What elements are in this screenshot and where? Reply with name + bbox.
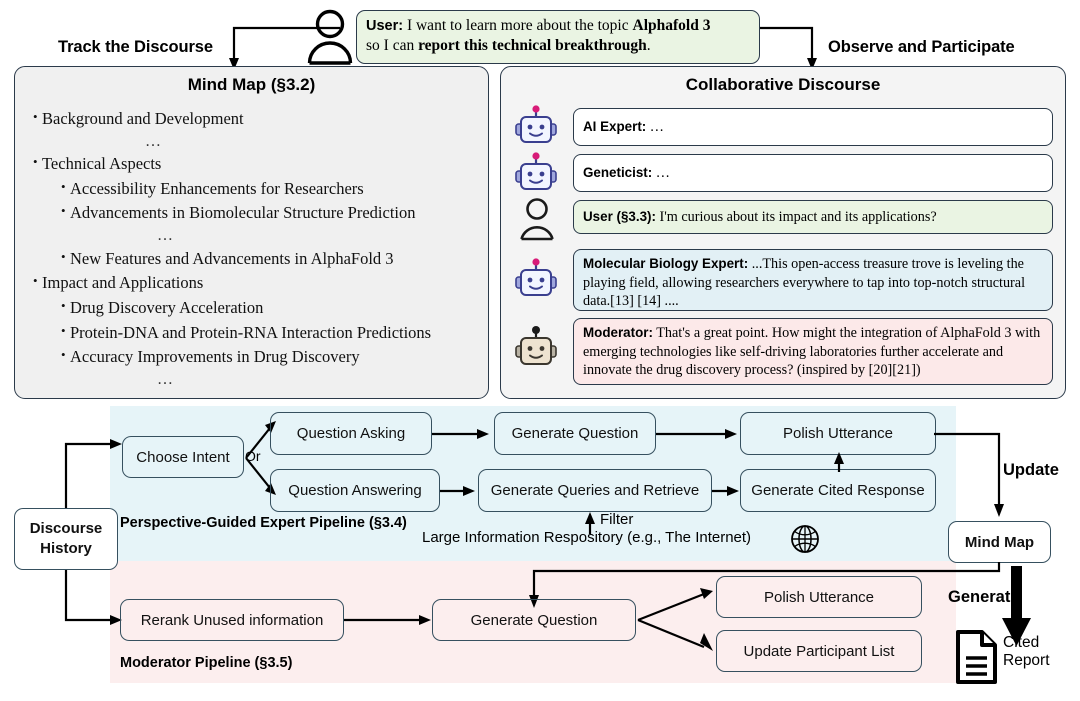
message-speaker: Moderator: <box>583 325 653 340</box>
bullet-icon: • <box>61 297 66 313</box>
message-body: I'm curious about its impact and its app… <box>655 208 937 225</box>
list-item: • Background and Development <box>33 109 478 130</box>
generate-question-moderator-node[interactable]: Generate Question <box>432 599 636 641</box>
user-avatar-icon <box>520 198 554 241</box>
bullet-icon: • <box>61 203 66 219</box>
user-message-line2a: so I can <box>366 37 419 55</box>
message-body: … <box>652 164 670 181</box>
rerank-unused-information-node[interactable]: Rerank Unused information <box>120 599 344 641</box>
discourse-title: Collaborative Discourse <box>685 75 881 94</box>
generate-queries-and-retrieve-node[interactable]: Generate Queries and Retrieve <box>478 469 712 512</box>
list-item: • Advancements in Biomolecular Structure… <box>33 203 478 224</box>
question-answering-node[interactable]: Question Answering <box>270 469 440 512</box>
message-bubble-user: User (§3.3): I'm curious about its impac… <box>573 200 1053 234</box>
user-message-speaker: User: <box>366 18 404 34</box>
arrow-moderator-branch <box>637 588 713 651</box>
bullet-icon: • <box>33 273 38 289</box>
list-item: • Accuracy Improvements in Drug Discover… <box>33 347 478 368</box>
message-bubble-ai-expert: AI Expert: … <box>573 108 1053 146</box>
document-icon <box>956 630 997 684</box>
user-message-line1a: I want to learn more about the topic <box>403 17 633 34</box>
bullet-icon: • <box>61 248 66 264</box>
cited-report-line2: Report <box>1003 651 1050 669</box>
update-participant-list-node[interactable]: Update Participant List <box>716 630 922 672</box>
arrow-question-asking-to-generate-question <box>432 429 489 439</box>
figure-root: Track the Discourse Observe and Particip… <box>0 0 1080 701</box>
bullet-icon: • <box>61 347 66 363</box>
expert-pipeline-title: Perspective-Guided Expert Pipeline (§3.4… <box>120 515 407 531</box>
mind-map-item-text: Accessibility Enhancements for Researche… <box>70 178 364 198</box>
user-message-topic: Alphafold 3 <box>632 17 711 34</box>
cited-report-line1: Cited <box>1003 634 1040 651</box>
mind-map-item-text: Accuracy Improvements in Drug Discovery <box>70 347 360 367</box>
mind-map-title: Mind Map (§3.2) <box>187 75 316 94</box>
list-item: • Accessibility Enhancements for Researc… <box>33 179 478 200</box>
observe-and-participate-label: Observe and Participate <box>828 38 1015 56</box>
moderator-pipeline-title: Moderator Pipeline (§3.5) <box>120 655 293 671</box>
user-message-line2c: . <box>646 37 651 55</box>
ellipsis: … <box>157 227 175 245</box>
message-speaker: Geneticist: <box>583 164 653 180</box>
mind-map-item-text: Background and Development <box>42 109 244 128</box>
generate-question-expert-node[interactable]: Generate Question <box>494 412 656 455</box>
arrow-user-to-discourse <box>758 26 817 70</box>
user-avatar-icon <box>307 9 353 65</box>
polish-utterance-expert-node[interactable]: Polish Utterance <box>740 412 936 455</box>
cited-report-label: Cited Report <box>1003 634 1050 670</box>
question-asking-node[interactable]: Question Asking <box>270 412 432 455</box>
ellipsis: … <box>145 132 163 150</box>
polish-utterance-moderator-node[interactable]: Polish Utterance <box>716 576 922 618</box>
message-bubble-geneticist: Geneticist: … <box>573 154 1053 192</box>
ellipsis: … <box>157 370 175 388</box>
mind-map-item-text: Drug Discovery Acceleration <box>70 297 264 317</box>
choose-intent-node[interactable]: Choose Intent <box>122 436 244 478</box>
list-item: • Technical Aspects <box>33 154 478 175</box>
message-speaker: AI Expert: <box>583 118 647 134</box>
repository-label: Large Information Respository (e.g., The… <box>422 529 752 546</box>
bullet-icon: • <box>33 109 38 124</box>
message-speaker: User (§3.3): <box>583 208 656 224</box>
robot-blue-icon <box>515 105 557 143</box>
arrow-question-answering-to-generate-queries <box>440 486 475 496</box>
list-item: • Protein-DNA and Protein-RNA Interactio… <box>33 323 478 344</box>
mind-map-node[interactable]: Mind Map <box>948 521 1051 563</box>
arrow-rerank-to-generate-question <box>344 615 431 625</box>
message-bubble-molecular-biology-expert: Molecular Biology Expert: ...This open-a… <box>573 249 1053 311</box>
user-message-bubble: User: I want to learn more about the top… <box>356 10 760 64</box>
list-item: • New Features and Advancements in Alpha… <box>33 249 478 270</box>
mind-map-item-text: Advancements in Biomolecular Structure P… <box>70 203 416 223</box>
list-item: • Impact and Applications <box>33 273 478 294</box>
robot-tan-icon <box>515 326 557 365</box>
robot-blue-icon <box>515 152 557 190</box>
filter-label: Filter <box>600 511 634 528</box>
mind-map-panel: Mind Map (§3.2) • Background and Develop… <box>14 66 489 399</box>
mind-map-item-text: New Features and Advancements in AlphaFo… <box>70 248 394 268</box>
generate-cited-response-node[interactable]: Generate Cited Response <box>740 469 936 512</box>
track-the-discourse-label: Track the Discourse <box>58 38 213 56</box>
arrow-generate-question-to-polish <box>656 429 737 439</box>
user-message-goal: report this technical breakthrough <box>418 37 647 55</box>
update-label: Update <box>1003 461 1059 479</box>
mind-map-item-text: Protein-DNA and Protein-RNA Interaction … <box>70 322 432 342</box>
message-body: … <box>646 118 664 135</box>
bullet-icon: • <box>61 322 66 338</box>
mind-map-list: • Background and Development … • Technic… <box>33 109 478 388</box>
bullet-icon: • <box>61 178 66 194</box>
arrow-polish-to-mind-map <box>934 432 1004 517</box>
message-bubble-moderator: Moderator: That's a great point. How mig… <box>573 318 1053 385</box>
mind-map-item-text: Impact and Applications <box>42 273 204 293</box>
list-item: • Drug Discovery Acceleration <box>33 298 478 319</box>
message-speaker: Molecular Biology Expert: <box>583 256 749 271</box>
arrow-cited-response-to-polish <box>834 452 844 472</box>
robot-blue-icon <box>515 258 557 296</box>
mind-map-item-text: Technical Aspects <box>42 154 162 174</box>
globe-icon <box>791 525 819 553</box>
bullet-icon: • <box>33 154 38 170</box>
